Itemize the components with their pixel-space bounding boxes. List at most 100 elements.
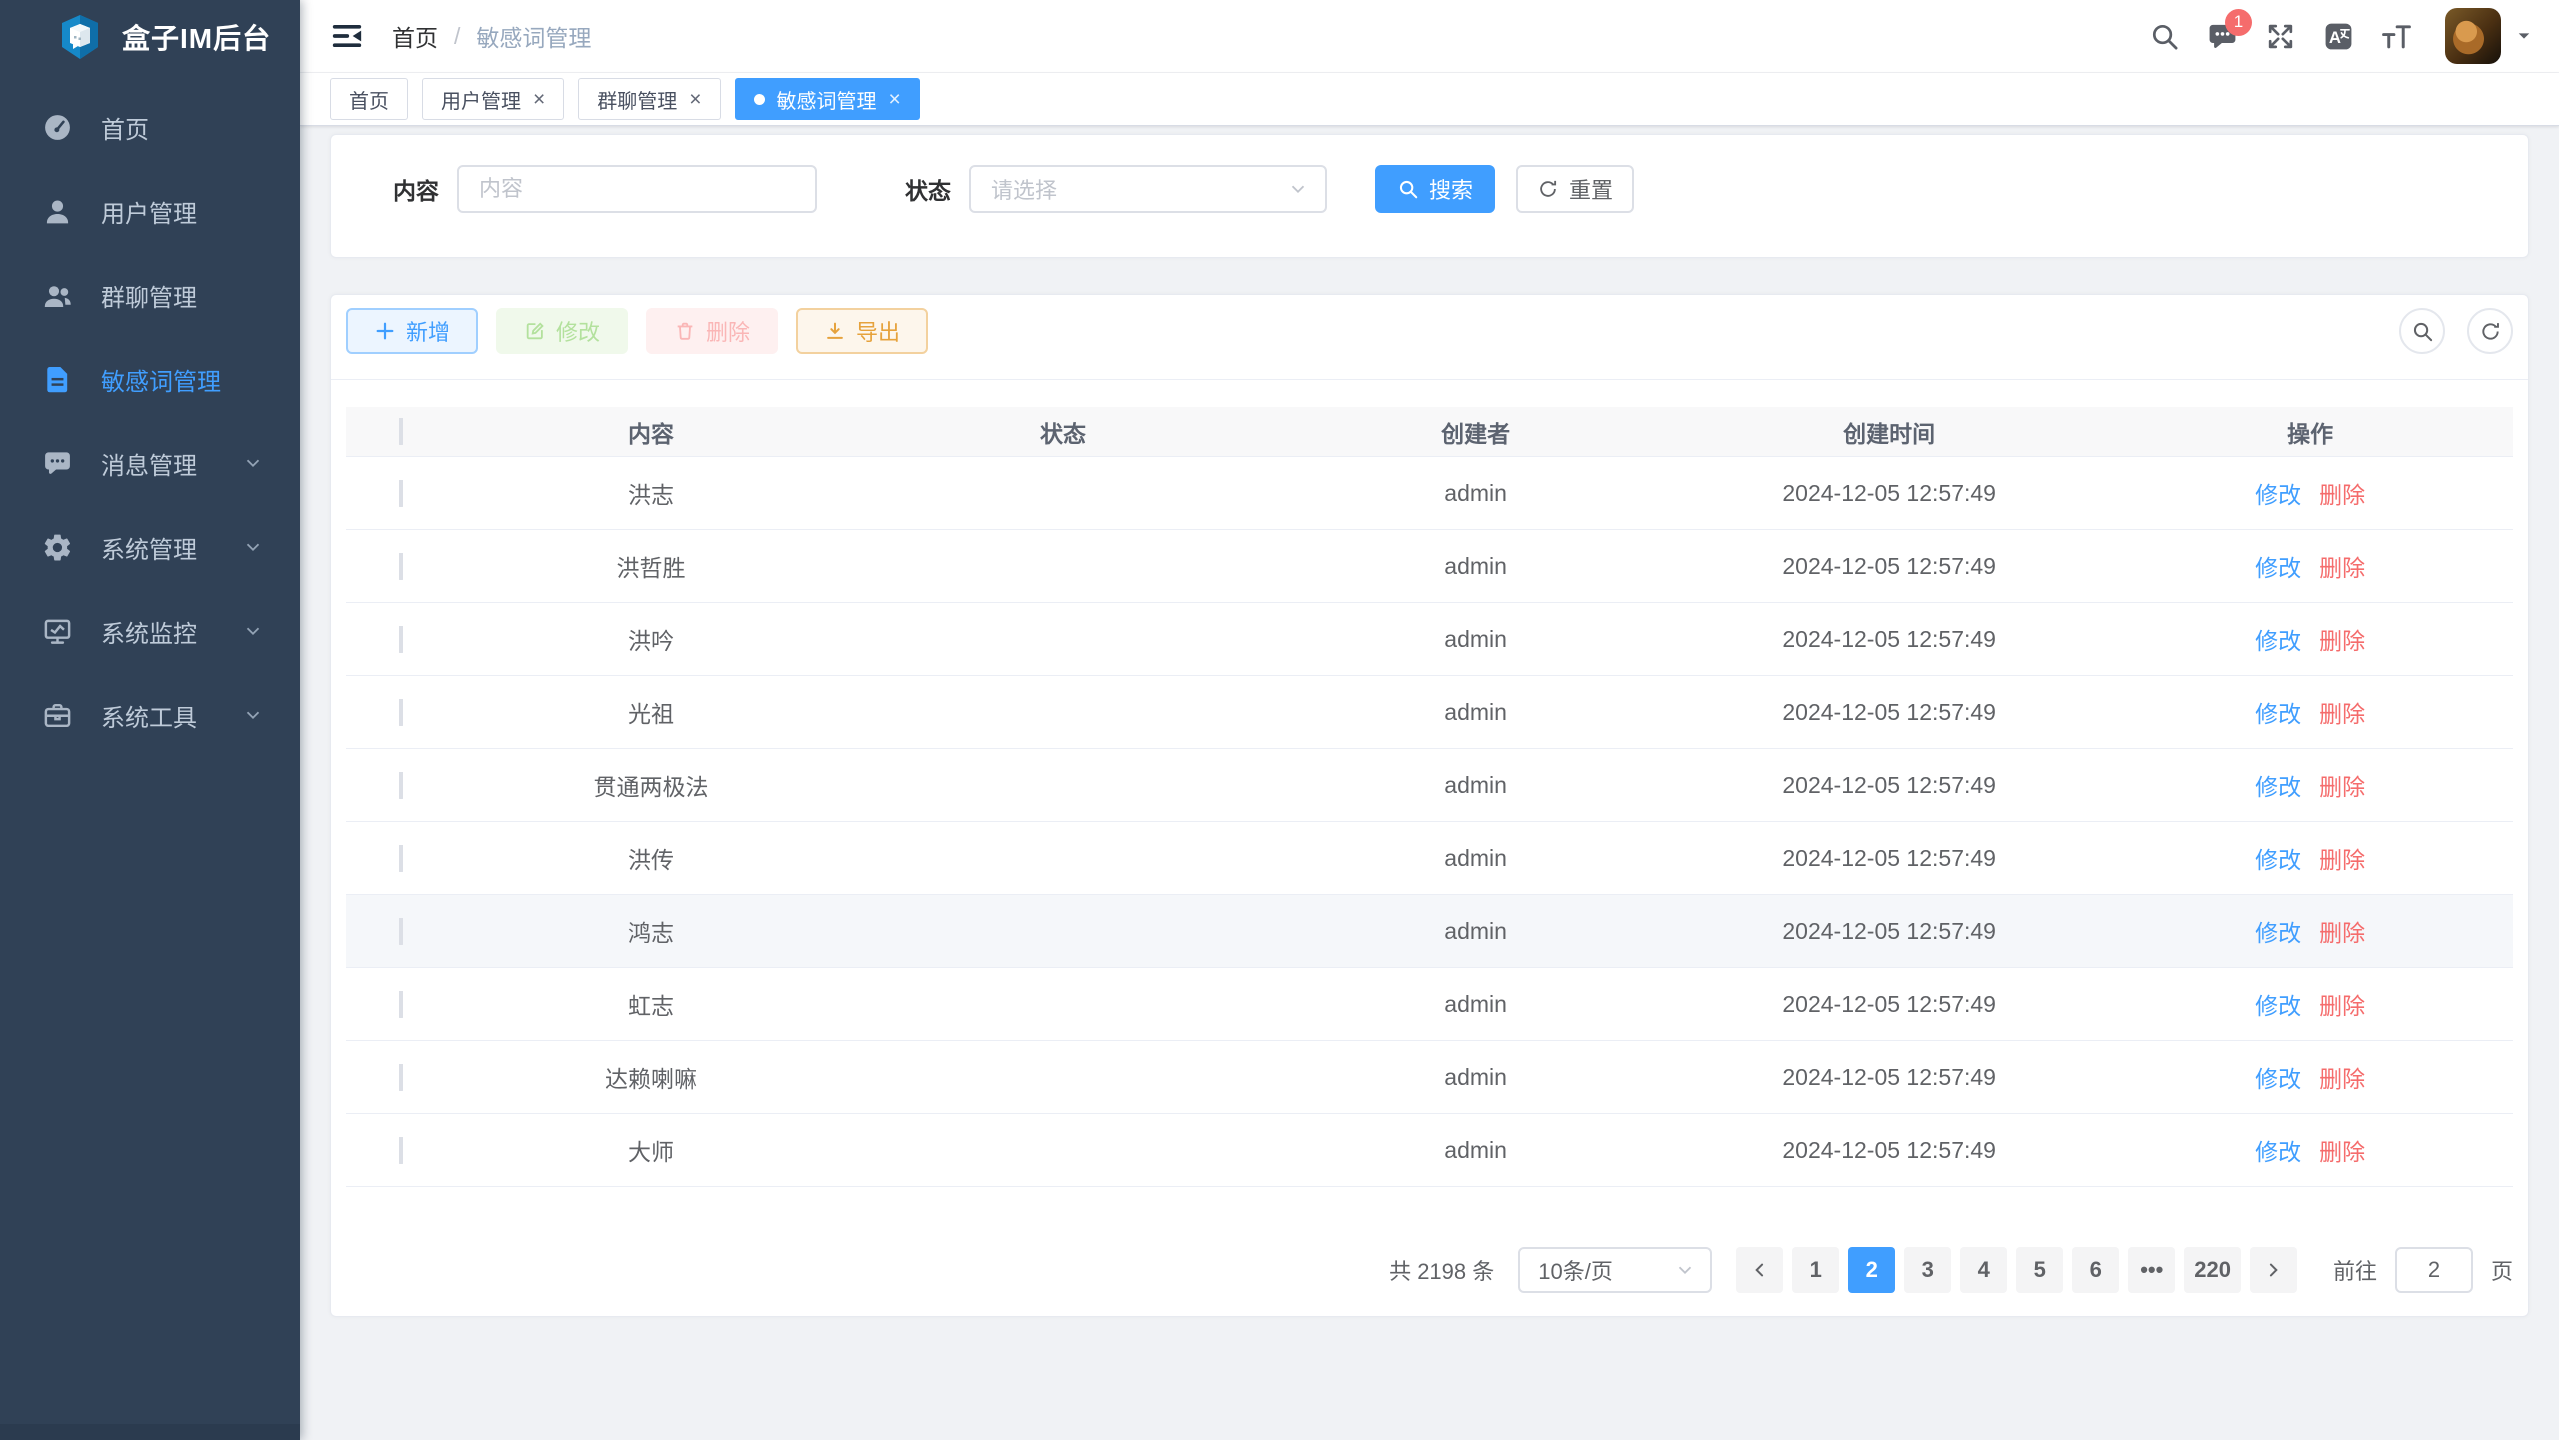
row-checkbox[interactable] — [399, 845, 403, 872]
sidebar-item-system[interactable]: 系统管理 — [0, 505, 300, 589]
row-checkbox[interactable] — [399, 1137, 403, 1164]
message-icon — [42, 448, 73, 479]
filter-card: 内容 状态 请选择 搜索 重置 — [330, 134, 2529, 258]
row-edit-link[interactable]: 修改 — [2255, 549, 2301, 583]
row-checkbox[interactable] — [399, 991, 403, 1018]
table-row: 洪吟 admin 2024-12-05 12:57:49 修改 删除 — [346, 603, 2513, 676]
page-button-220[interactable]: 220 — [2184, 1247, 2241, 1293]
row-checkbox[interactable] — [399, 626, 403, 653]
notifications-message-icon[interactable]: 1 — [2207, 21, 2238, 52]
avatar[interactable] — [2445, 8, 2501, 64]
add-button[interactable]: 新增 — [346, 308, 478, 354]
table-refresh-icon[interactable] — [2467, 308, 2513, 354]
row-edit-link[interactable]: 修改 — [2255, 987, 2301, 1021]
cell-creator: admin — [1280, 918, 1671, 945]
row-delete-link[interactable]: 删除 — [2319, 841, 2365, 875]
sidebar-item-sensitive-words[interactable]: 敏感词管理 — [0, 337, 300, 421]
tabbar: 首页 用户管理 × 群聊管理 × 敏感词管理 × — [300, 73, 2559, 126]
row-edit-link[interactable]: 修改 — [2255, 768, 2301, 802]
fullscreen-icon[interactable] — [2265, 21, 2296, 52]
page-button-4[interactable]: 4 — [1960, 1247, 2007, 1293]
close-icon[interactable]: × — [689, 89, 701, 110]
row-delete-link[interactable]: 删除 — [2319, 768, 2365, 802]
font-size-icon[interactable] — [2381, 21, 2412, 52]
cell-created: 2024-12-05 12:57:49 — [1671, 699, 2107, 726]
cell-creator: admin — [1280, 699, 1671, 726]
row-edit-link[interactable]: 修改 — [2255, 1133, 2301, 1167]
tab-users[interactable]: 用户管理 × — [422, 78, 564, 120]
search-icon[interactable] — [2149, 21, 2180, 52]
row-delete-link[interactable]: 删除 — [2319, 987, 2365, 1021]
row-delete-link[interactable]: 删除 — [2319, 549, 2365, 583]
row-delete-link[interactable]: 删除 — [2319, 1133, 2365, 1167]
monitor-icon — [42, 616, 73, 647]
page-button-3[interactable]: 3 — [1904, 1247, 1951, 1293]
row-checkbox[interactable] — [399, 918, 403, 945]
refresh-icon — [1537, 178, 1559, 200]
goto-page-input[interactable] — [2395, 1247, 2473, 1293]
tab-home[interactable]: 首页 — [330, 78, 408, 120]
row-checkbox[interactable] — [399, 1064, 403, 1091]
content-filter-input[interactable] — [457, 165, 817, 213]
sidebar-item-groups[interactable]: 群聊管理 — [0, 253, 300, 337]
export-button[interactable]: 导出 — [796, 308, 928, 354]
toolbar-divider — [331, 379, 2528, 380]
row-checkbox[interactable] — [399, 553, 403, 580]
page-button-5[interactable]: 5 — [2016, 1247, 2063, 1293]
row-edit-link[interactable]: 修改 — [2255, 1060, 2301, 1094]
pager: 123456•••220 — [1736, 1247, 2297, 1293]
close-icon[interactable]: × — [533, 89, 545, 110]
row-delete-link[interactable]: 删除 — [2319, 914, 2365, 948]
cell-created: 2024-12-05 12:57:49 — [1671, 1137, 2107, 1164]
trash-icon — [674, 320, 696, 342]
table-body: 洪志 admin 2024-12-05 12:57:49 修改 删除 洪哲胜 a… — [346, 457, 2513, 1187]
row-checkbox[interactable] — [399, 772, 403, 799]
svg-text:A: A — [2329, 27, 2341, 46]
document-icon — [42, 364, 73, 395]
tab-sensitive-words[interactable]: 敏感词管理 × — [735, 78, 920, 120]
translate-icon[interactable]: A — [2323, 21, 2354, 52]
sidebar-item-messages[interactable]: 消息管理 — [0, 421, 300, 505]
app-logo[interactable]: 盒子IM后台 — [0, 0, 300, 73]
row-edit-link[interactable]: 修改 — [2255, 841, 2301, 875]
sidebar-collapse-icon[interactable] — [330, 19, 364, 53]
edit-button[interactable]: 修改 — [496, 308, 628, 354]
pager-ellipsis[interactable]: ••• — [2128, 1247, 2175, 1293]
table-toolbar: 新增 修改 删除 导出 — [346, 308, 2513, 354]
page-button-1[interactable]: 1 — [1792, 1247, 1839, 1293]
row-edit-link[interactable]: 修改 — [2255, 914, 2301, 948]
select-all-checkbox[interactable] — [399, 418, 403, 445]
tab-groups[interactable]: 群聊管理 × — [578, 78, 720, 120]
delete-button[interactable]: 删除 — [646, 308, 778, 354]
sidebar-item-users[interactable]: 用户管理 — [0, 169, 300, 253]
sidebar-item-monitor[interactable]: 系统监控 — [0, 589, 300, 673]
row-delete-link[interactable]: 删除 — [2319, 1060, 2365, 1094]
reset-button[interactable]: 重置 — [1516, 165, 1634, 213]
chevron-down-icon — [242, 620, 264, 642]
cell-content: 洪志 — [456, 476, 846, 510]
row-checkbox[interactable] — [399, 699, 403, 726]
user-menu[interactable] — [2445, 8, 2533, 64]
chevron-down-icon — [242, 536, 264, 558]
status-filter-select[interactable]: 请选择 — [969, 165, 1327, 213]
prev-page-button[interactable] — [1736, 1247, 1783, 1293]
page-size-select[interactable]: 10条/页 — [1518, 1247, 1712, 1293]
sidebar-item-home[interactable]: 首页 — [0, 85, 300, 169]
active-tab-dot — [754, 94, 765, 105]
table-search-icon[interactable] — [2399, 308, 2445, 354]
row-checkbox[interactable] — [399, 480, 403, 507]
cell-content: 鸿志 — [456, 914, 846, 948]
next-page-button[interactable] — [2250, 1247, 2297, 1293]
row-edit-link[interactable]: 修改 — [2255, 695, 2301, 729]
breadcrumb-home[interactable]: 首页 — [392, 19, 438, 53]
close-icon[interactable]: × — [889, 89, 901, 110]
page-button-6[interactable]: 6 — [2072, 1247, 2119, 1293]
row-edit-link[interactable]: 修改 — [2255, 476, 2301, 510]
row-delete-link[interactable]: 删除 — [2319, 476, 2365, 510]
sidebar-item-tools[interactable]: 系统工具 — [0, 673, 300, 757]
search-button[interactable]: 搜索 — [1375, 165, 1495, 213]
row-edit-link[interactable]: 修改 — [2255, 622, 2301, 656]
row-delete-link[interactable]: 删除 — [2319, 695, 2365, 729]
row-delete-link[interactable]: 删除 — [2319, 622, 2365, 656]
page-button-2[interactable]: 2 — [1848, 1247, 1895, 1293]
